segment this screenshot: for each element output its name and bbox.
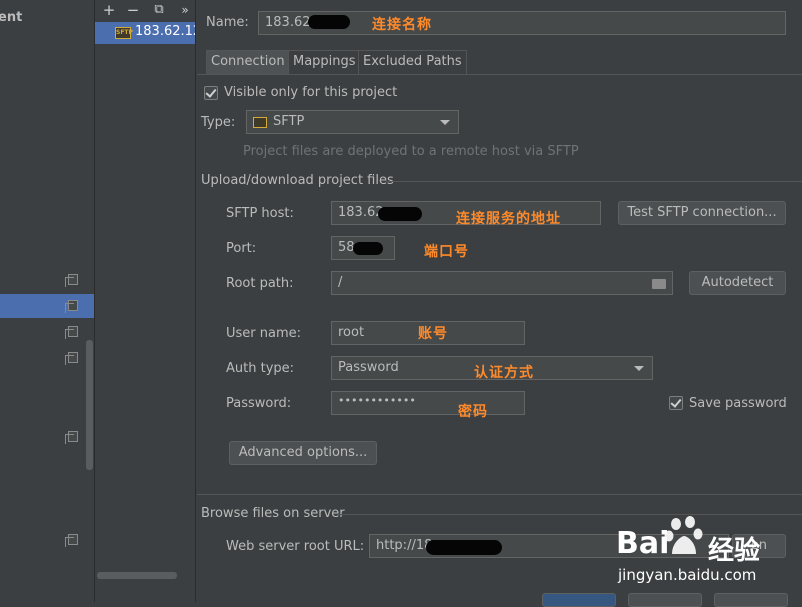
server-list-item-label: 183.62.12 [135, 24, 196, 39]
tree-row[interactable] [0, 528, 94, 552]
visible-only-label: Visible only for this project [224, 85, 398, 100]
password-label: Password: [226, 396, 292, 411]
autodetect-button[interactable]: Autodetect [689, 271, 786, 295]
tabs-divider [197, 74, 802, 75]
password-value: •••••••••••• [338, 394, 416, 407]
type-select[interactable]: SFTP [246, 110, 459, 134]
tab-connection[interactable]: Connection [206, 50, 290, 74]
folder-icon[interactable] [652, 279, 666, 289]
type-select-value: SFTP [273, 114, 305, 129]
sftp-server-icon: SFTP [115, 27, 133, 39]
copy-icon [65, 274, 78, 287]
tree-row[interactable] [0, 425, 94, 449]
server-list-panel: + − ⧉ » SFTP 183.62.12 [95, 0, 196, 602]
user-name-label: User name: [226, 326, 302, 341]
tab-excluded-paths[interactable]: Excluded Paths [358, 50, 467, 74]
redaction-mark [378, 207, 422, 221]
redaction-mark [353, 242, 383, 255]
web-root-url-label: Web server root URL: [226, 539, 365, 554]
sftp-type-icon [253, 117, 267, 128]
tree-scrollbar[interactable] [86, 340, 93, 470]
root-path-label: Root path: [226, 276, 294, 291]
ok-button[interactable] [542, 593, 616, 607]
copy-icon [65, 326, 78, 339]
redaction-mark [308, 15, 350, 29]
sftp-host-label: SFTP host: [226, 206, 294, 221]
type-hint: Project files are deployed to a remote h… [243, 144, 579, 159]
save-password-checkbox[interactable] [669, 396, 683, 410]
root-path-input[interactable]: / [331, 271, 673, 295]
sftp-host-value: 183.62 [338, 205, 384, 220]
name-input-value: 183.62 [265, 15, 311, 30]
annotation-host: 连接服务的地址 [456, 211, 561, 227]
annotation-name: 连接名称 [372, 17, 432, 33]
settings-tree-panel: ent [0, 0, 95, 602]
web-root-url-value: http://18 [376, 538, 433, 553]
redaction-mark [426, 540, 502, 555]
port-label: Port: [226, 241, 257, 256]
auth-type-label: Auth type: [226, 361, 295, 376]
watermark-brand-left: Bai [616, 526, 670, 561]
advanced-options-button[interactable]: Advanced options... [229, 441, 377, 465]
annotation-user: 账号 [418, 326, 448, 342]
watermark-url: jingyan.baidu.com [618, 566, 757, 584]
server-list-scrollbar[interactable] [97, 572, 177, 579]
settings-section-title: ent [0, 10, 23, 25]
watermark-brand-right: 经验 [708, 536, 761, 566]
copy-server-button[interactable]: ⧉ [149, 0, 169, 20]
password-input[interactable]: •••••••••••• [331, 391, 525, 415]
chevron-down-icon [440, 120, 450, 125]
baidu-watermark: Bai 经验 jingyan.baidu.com [616, 514, 802, 594]
user-name-value: root [338, 325, 365, 340]
section-divider [197, 494, 802, 495]
cancel-button[interactable] [628, 593, 702, 607]
more-toolbar-button[interactable]: » [175, 0, 195, 20]
remove-server-button[interactable]: − [123, 0, 143, 20]
annotation-password: 密码 [458, 404, 488, 420]
add-server-button[interactable]: + [99, 0, 119, 20]
copy-icon [65, 431, 78, 444]
section-browse-title: Browse files on server [201, 506, 345, 521]
auth-type-value: Password [338, 360, 399, 375]
apply-button[interactable] [714, 593, 788, 607]
tab-mappings[interactable]: Mappings [288, 50, 361, 74]
save-password-label: Save password [689, 396, 787, 411]
name-label: Name: [206, 15, 249, 30]
copy-icon [65, 300, 78, 313]
copy-icon [65, 352, 78, 365]
section-divider [386, 181, 802, 182]
type-label: Type: [201, 115, 236, 130]
chevron-down-icon [634, 366, 644, 371]
copy-icon [65, 534, 78, 547]
visible-only-checkbox[interactable] [204, 86, 218, 100]
tree-row[interactable] [0, 320, 94, 344]
tree-row[interactable] [0, 346, 94, 370]
section-upload-title: Upload/download project files [201, 173, 394, 188]
annotation-port: 端口号 [424, 244, 469, 260]
annotation-auth: 认证方式 [474, 365, 534, 381]
server-list-item[interactable]: SFTP 183.62.12 [95, 22, 196, 44]
root-path-value: / [338, 275, 343, 290]
test-sftp-connection-button[interactable]: Test SFTP connection... [618, 201, 786, 225]
tree-row[interactable] [0, 268, 94, 292]
tree-row-selected[interactable] [0, 294, 94, 318]
